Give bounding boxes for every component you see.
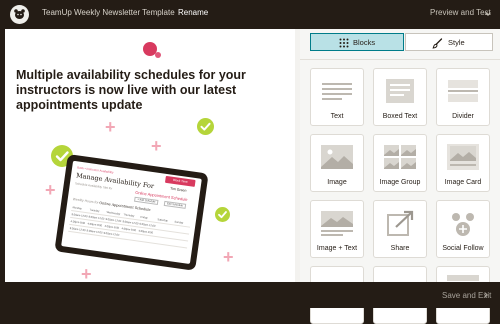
headline-text[interactable]: Multiple availability schedules for your… [16,68,266,113]
block-divider[interactable]: Divider [436,68,490,126]
plus-decor-icon: + [151,136,162,156]
tab-style-label: Style [448,38,465,47]
tab-blocks-label: Blocks [353,38,376,47]
time-cell: 9:00am-12:00 [69,226,86,233]
block-label: Image Card [444,179,482,186]
divider-icon [448,80,478,102]
block-label: Social Follow [442,245,484,252]
image-card-icon [447,144,479,170]
block-boxed-text[interactable]: Boxed Text [373,68,427,126]
block-image-text[interactable]: Image + Text [310,200,364,258]
time-cell: 9:00am-12:00 [103,231,120,237]
mailchimp-logo-icon[interactable] [10,5,29,24]
preview-and-test-button[interactable]: Preview and Test [430,8,491,17]
block-share[interactable]: Share [373,200,427,258]
plus-decor-icon: + [105,117,116,137]
plus-decor-icon: + [81,264,92,282]
text-lines-icon [322,83,352,100]
block-label: Boxed Text [382,113,418,120]
image-icon [321,145,353,169]
campaign-title: TeamUp Weekly Newsletter Template [42,8,175,17]
decorative-circles-icon [143,42,161,58]
boxed-text-icon [386,79,414,103]
tablet-screen: Back • Instructor Availability Manage Av… [61,160,202,265]
block-label: Share [390,245,410,252]
tablet-illustration: Back • Instructor Availability Manage Av… [54,154,209,271]
block-label: Divider [452,113,474,120]
time-cell [153,237,171,245]
share-icon [387,210,414,236]
grid-dots-icon [339,38,349,48]
tab-style[interactable]: Style [405,33,493,51]
block-image[interactable]: Image [310,134,364,192]
paint-brush-icon [432,38,443,49]
add-schedule-pill: + Add Schedule [134,196,159,206]
block-text[interactable]: Text [310,68,364,126]
screen-title: Manage Availability For [75,171,155,191]
user-name: Tim Green [169,186,187,193]
top-bar: TeamUp Weekly Newsletter Template Rename… [0,0,500,29]
block-social-follow[interactable]: Social Follow [436,200,490,258]
block-time-button: Block Time [164,175,196,187]
rename-button[interactable]: Rename [178,8,208,17]
time-cell [136,234,154,242]
image-text-icon [321,211,353,236]
plus-decor-icon: + [223,247,234,267]
checkmark-icon [215,207,230,222]
schedule-grid: Monday Tuesday Wednesday Thursday Friday… [68,204,191,249]
time-cell: 9:00am-12:00 [86,229,103,235]
edit-schedule-pill: Edit Schedule [163,200,187,209]
checkmark-icon [197,118,214,135]
bottom-bar: Save and Exit [0,282,500,308]
panel-tabs: Blocks Style [310,33,493,51]
time-cell [170,239,188,247]
block-image-card[interactable]: Image Card [436,134,490,192]
social-follow-icon [452,213,474,236]
block-image-group[interactable]: Image Group [373,134,427,192]
image-group-icon [384,145,416,169]
tab-blocks[interactable]: Blocks [310,33,404,51]
block-label: Image [327,179,347,186]
block-label: Image Group [379,179,421,186]
panel-separator [300,59,500,60]
content-blocks-panel: Blocks Style Text Boxed Text Divider Ima… [300,29,500,324]
time-cell [119,232,137,240]
plus-decor-icon: + [45,180,56,200]
block-label: Text [330,113,344,120]
block-label: Image + Text [316,245,358,252]
